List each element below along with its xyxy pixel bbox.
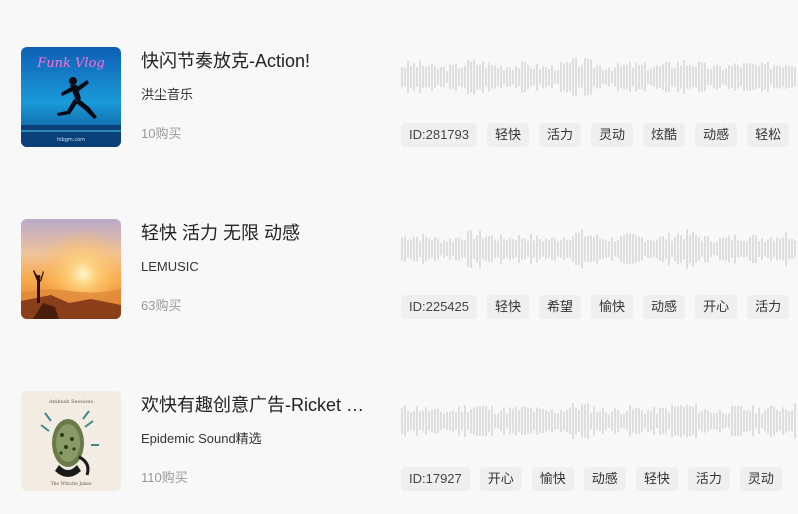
track-id-tag: ID:225425 bbox=[401, 295, 477, 319]
cover-art-sunset bbox=[21, 219, 121, 319]
waveform[interactable] bbox=[401, 229, 798, 269]
tag-list: ID:17927 开心 愉快 动感 轻快 活力 灵动 bbox=[401, 467, 798, 493]
cover-art-funk-vlog: Funk Vlog hibgm.com bbox=[21, 47, 121, 147]
tag-chip[interactable]: 轻快 bbox=[487, 295, 530, 319]
cover-top-text: Ambush Sessions bbox=[48, 399, 93, 405]
tag-chip[interactable]: 活力 bbox=[747, 295, 790, 319]
tag-chip[interactable]: 灵动 bbox=[739, 467, 782, 491]
tag-chip[interactable]: 活力 bbox=[687, 467, 730, 491]
tag-chip[interactable]: 轻松 bbox=[747, 123, 790, 147]
tag-list: ID:225425 轻快 希望 愉快 动感 开心 活力 bbox=[401, 295, 798, 321]
cover-bottom-text: The Whistle Jakes bbox=[51, 481, 92, 487]
track-list: Funk Vlog hibgm.com 快闪节奏放克-Action! 洪尘音乐 … bbox=[0, 0, 798, 514]
album-cover[interactable]: Funk Vlog hibgm.com bbox=[21, 47, 121, 147]
tag-list: ID:281793 轻快 活力 灵动 炫酷 动感 轻松 bbox=[401, 123, 798, 149]
track-item[interactable]: 轻快 活力 无限 动感 LEMUSIC 63购买 ID:225425 轻快 希望 愉快… bbox=[0, 219, 798, 339]
tag-chip[interactable]: 轻快 bbox=[487, 123, 530, 147]
cover-art-whistle-jakes: Ambush Sessions The Whistle Jakes bbox=[21, 391, 121, 491]
waveform[interactable] bbox=[401, 401, 798, 441]
tag-chip[interactable]: 动感 bbox=[643, 295, 686, 319]
tag-chip[interactable]: 动感 bbox=[695, 123, 738, 147]
tag-chip[interactable]: 活力 bbox=[539, 123, 582, 147]
cover-title-text: Funk Vlog bbox=[36, 56, 104, 71]
tag-chip[interactable]: 开心 bbox=[695, 295, 738, 319]
track-artist[interactable]: LEMUSIC bbox=[141, 259, 199, 275]
track-item[interactable]: Funk Vlog hibgm.com 快闪节奏放克-Action! 洪尘音乐 … bbox=[0, 47, 798, 167]
track-title[interactable]: 快闪节奏放克-Action! bbox=[141, 50, 366, 72]
tag-chip[interactable]: 愉快 bbox=[531, 467, 574, 491]
track-id-tag: ID:281793 bbox=[401, 123, 477, 147]
cover-watermark: hibgm.com bbox=[57, 137, 85, 143]
tag-chip[interactable]: 炫酷 bbox=[643, 123, 686, 147]
tag-chip[interactable]: 愉快 bbox=[591, 295, 634, 319]
tag-chip[interactable]: 轻快 bbox=[635, 467, 678, 491]
track-artist[interactable]: 洪尘音乐 bbox=[141, 87, 193, 103]
track-item[interactable]: Ambush Sessions The Whistle Jakes 欢快有趣创意… bbox=[0, 391, 798, 511]
tag-chip[interactable]: 动感 bbox=[583, 467, 626, 491]
album-cover[interactable]: Ambush Sessions The Whistle Jakes bbox=[21, 391, 121, 491]
track-artist[interactable]: Epidemic Sound精选 bbox=[141, 431, 262, 447]
tag-chip[interactable]: 希望 bbox=[539, 295, 582, 319]
tag-chip[interactable]: 开心 bbox=[479, 467, 522, 491]
track-sales-count: 110购买 bbox=[141, 470, 188, 485]
track-sales-count: 10购买 bbox=[141, 126, 182, 141]
track-sales-count: 63购买 bbox=[141, 298, 182, 313]
tag-chip[interactable]: 灵动 bbox=[591, 123, 634, 147]
track-title[interactable]: 欢快有趣创意广告-Ricket Jackson bbox=[141, 394, 366, 416]
track-id-tag: ID:17927 bbox=[401, 467, 470, 491]
track-title[interactable]: 轻快 活力 无限 动感 bbox=[141, 222, 366, 244]
album-cover[interactable] bbox=[21, 219, 121, 319]
waveform[interactable] bbox=[401, 57, 798, 97]
